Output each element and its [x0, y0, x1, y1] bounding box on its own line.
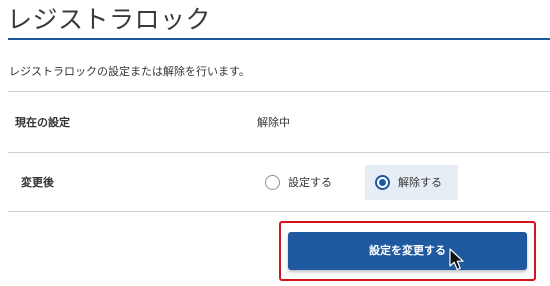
current-setting-value: 解除中 [257, 116, 290, 129]
radio-option-set[interactable]: 設定する [258, 165, 358, 200]
divider-bottom [8, 211, 550, 212]
divider-middle [8, 152, 550, 153]
current-setting-label: 現在の設定 [15, 116, 70, 129]
radio-selected-dot [379, 179, 386, 186]
radio-button-set[interactable] [265, 175, 280, 190]
change-label: 変更後 [21, 176, 54, 189]
title-underline [8, 38, 550, 40]
page-description: レジストラロックの設定または解除を行います。 [9, 65, 250, 78]
submit-change-button[interactable]: 設定を変更する [288, 232, 527, 270]
radio-button-release[interactable] [375, 175, 390, 190]
page-title: レジストラロック [7, 5, 212, 34]
divider-top [8, 91, 550, 92]
radio-label-release: 解除する [398, 175, 442, 189]
radio-label-set: 設定する [288, 175, 332, 189]
radio-option-release[interactable]: 解除する [365, 165, 458, 200]
